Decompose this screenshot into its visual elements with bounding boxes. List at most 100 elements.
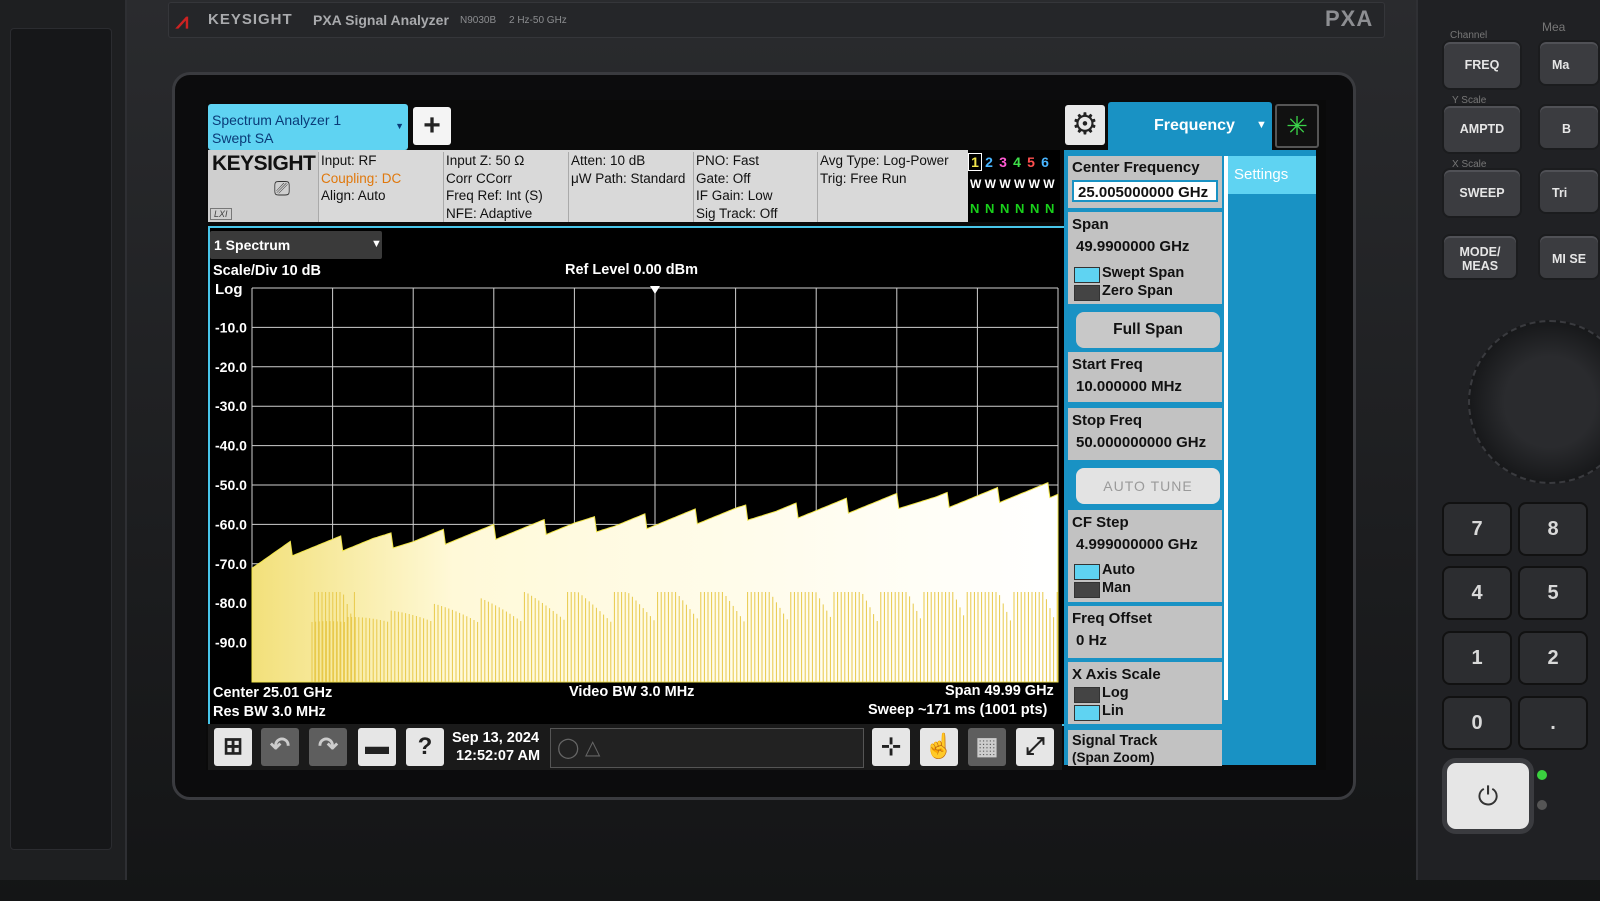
model-name: PXA Signal Analyzer	[313, 12, 449, 28]
info-trig: Trig: Free Run	[820, 170, 907, 186]
zero-span-radio[interactable]	[1074, 285, 1100, 301]
maximize-icon[interactable]: ⤢	[1016, 728, 1054, 766]
x-axis-lin-radio[interactable]	[1074, 705, 1100, 721]
sweep-status-icon[interactable]: ✳	[1275, 104, 1319, 148]
menu-frequency-tab[interactable]: Frequency ▼	[1108, 102, 1272, 150]
info-uw-path: μW Path: Standard	[571, 170, 686, 186]
key-2[interactable]: 2	[1518, 631, 1588, 685]
trace-number-2: 2	[985, 154, 993, 170]
lxi-badge: LXI	[210, 208, 232, 220]
cf-step-field[interactable]: 4.999000000 GHz	[1072, 534, 1218, 556]
info-col-pno[interactable]: PNO: Fast Gate: Off IF Gain: Low Sig Tra…	[693, 152, 818, 222]
touch-icon[interactable]: ☝	[920, 728, 958, 766]
center-frequency-control[interactable]: Center Frequency 25.005000000 GHz	[1068, 156, 1222, 208]
span-control[interactable]: Span 49.9900000 GHz Swept Span Zero Span	[1068, 212, 1222, 304]
mode-tab[interactable]: Spectrum Analyzer 1 Swept SA ▼	[208, 104, 408, 150]
redo-icon[interactable]: ↷	[309, 728, 347, 766]
spectrum-graph[interactable]	[208, 226, 1066, 726]
folder-icon[interactable]: ▬	[358, 728, 396, 766]
x-axis-log-radio[interactable]	[1074, 687, 1100, 703]
freq-offset-label: Freq Offset	[1072, 610, 1153, 627]
message-bar[interactable]: ◯ △	[550, 728, 864, 768]
key-5[interactable]: 5	[1518, 566, 1588, 620]
info-atten: Atten: 10 dB	[571, 153, 646, 168]
freq-hard-key[interactable]: FREQ	[1442, 40, 1522, 90]
cf-step-auto-radio[interactable]	[1074, 564, 1100, 580]
start-freq-label: Start Freq	[1072, 356, 1143, 373]
key-7[interactable]: 7	[1442, 502, 1512, 556]
info-nfe: NFE: Adaptive	[446, 205, 533, 221]
x-axis-scale-control[interactable]: X Axis Scale Log Lin	[1068, 662, 1222, 724]
undo-icon[interactable]: ↶	[261, 728, 299, 766]
amptd-hard-key[interactable]: AMPTD	[1442, 104, 1522, 154]
windows-icon[interactable]: ⊞	[214, 728, 252, 766]
cf-step-control[interactable]: CF Step 4.999000000 GHz Auto Man	[1068, 510, 1222, 602]
swept-span-label: Swept Span	[1102, 265, 1185, 281]
sweep-hard-key[interactable]: SWEEP	[1442, 168, 1522, 218]
trace-indicator[interactable]: 123456 W W W W W W N N N N N N	[968, 150, 1060, 222]
full-span-button[interactable]: Full Span	[1076, 312, 1220, 348]
ref-level: Ref Level 0.00 dBm	[565, 262, 698, 278]
meas-label: Mea	[1542, 20, 1566, 34]
stop-freq-label: Stop Freq	[1072, 412, 1142, 429]
zero-span-label: Zero Span	[1102, 283, 1173, 299]
power-icon[interactable]: ⏻	[1442, 758, 1534, 834]
multi-window-icon[interactable]: ⊹	[872, 728, 910, 766]
mode-meas-hard-key[interactable]: MODE/ MEAS	[1442, 234, 1518, 280]
meas-setup-hard-key[interactable]: MI SE	[1538, 234, 1600, 280]
cf-step-man-radio[interactable]	[1074, 582, 1100, 598]
center-frequency-field[interactable]: 25.005000000 GHz	[1072, 180, 1218, 202]
span-readout: Span 49.99 GHz	[945, 683, 1054, 699]
chevron-down-icon: ▼	[1256, 119, 1267, 131]
freq-offset-control[interactable]: Freq Offset 0 Hz	[1068, 606, 1222, 658]
auto-tune-button[interactable]: AUTO TUNE	[1076, 468, 1220, 504]
menu-scrollbar[interactable]	[1224, 156, 1228, 700]
info-pno: PNO: Fast	[696, 153, 760, 168]
start-freq-control[interactable]: Start Freq 10.000000 MHz	[1068, 352, 1222, 402]
marker-hard-key[interactable]: Ma	[1538, 40, 1600, 86]
x-axis-scale-label: X Axis Scale	[1072, 666, 1161, 683]
info-if-gain: IF Gain: Low	[696, 188, 773, 203]
gear-icon[interactable]: ⚙	[1065, 105, 1105, 145]
left-panel	[0, 0, 127, 880]
stop-freq-field[interactable]: 50.000000000 GHz	[1072, 432, 1218, 454]
info-corr: Corr CCorr	[446, 170, 512, 186]
span-label: Span	[1072, 216, 1109, 233]
time-text: 12:52:07 AM	[456, 748, 541, 764]
mode-tab-name: Spectrum Analyzer 1	[212, 112, 342, 128]
swept-span-radio[interactable]	[1074, 267, 1100, 283]
key-1[interactable]: 1	[1442, 631, 1512, 685]
video-bw-readout: Video BW 3.0 MHz	[569, 684, 695, 700]
trigger-hard-key[interactable]: Tri	[1538, 168, 1600, 214]
info-col-input[interactable]: Input: RF Coupling: DC Align: Auto	[318, 152, 443, 222]
res-bw-readout: Res BW 3.0 MHz	[213, 704, 326, 720]
power-led	[1537, 770, 1547, 780]
trace-number-3: 3	[999, 154, 1007, 170]
start-freq-field[interactable]: 10.000000 MHz	[1072, 376, 1218, 398]
chevron-down-icon: ▼	[395, 121, 404, 131]
signal-track-control[interactable]: Signal Track (Span Zoom)	[1068, 730, 1222, 766]
key-4[interactable]: 4	[1442, 566, 1512, 620]
span-field[interactable]: 49.9900000 GHz	[1072, 236, 1218, 258]
brand-name: KEYSIGHT	[208, 11, 293, 28]
bw-hard-key[interactable]: B	[1538, 104, 1600, 150]
freq-offset-field[interactable]: 0 Hz	[1072, 630, 1218, 652]
key-8[interactable]: 8	[1518, 502, 1588, 556]
info-freq-ref: Freq Ref: Int (S)	[446, 188, 543, 203]
cf-step-man-label: Man	[1102, 580, 1131, 596]
add-screen-button[interactable]: +	[413, 107, 451, 145]
mode-meas-line1: MODE/	[1459, 245, 1501, 259]
info-col-avg[interactable]: Avg Type: Log-Power Trig: Free Run	[817, 152, 970, 222]
cf-step-auto-label: Auto	[1102, 562, 1136, 578]
info-col-atten[interactable]: Atten: 10 dB μW Path: Standard	[568, 152, 693, 222]
key-decimal[interactable]: .	[1518, 696, 1588, 750]
help-icon[interactable]: ?	[406, 728, 444, 766]
window-layout-icon[interactable]: ▦	[968, 728, 1006, 766]
info-logo: KEYSIGHT ⎚ LXI	[208, 150, 318, 222]
info-coupling: Coupling: DC	[321, 170, 402, 186]
info-col-corr[interactable]: Input Z: 50 Ω Corr CCorr Freq Ref: Int (…	[443, 152, 568, 222]
stop-freq-control[interactable]: Stop Freq 50.000000000 GHz	[1068, 408, 1222, 460]
tab-settings[interactable]: Settings	[1228, 156, 1316, 194]
key-0[interactable]: 0	[1442, 696, 1512, 750]
view-selector[interactable]: 1 Spectrum ▼	[210, 231, 382, 259]
